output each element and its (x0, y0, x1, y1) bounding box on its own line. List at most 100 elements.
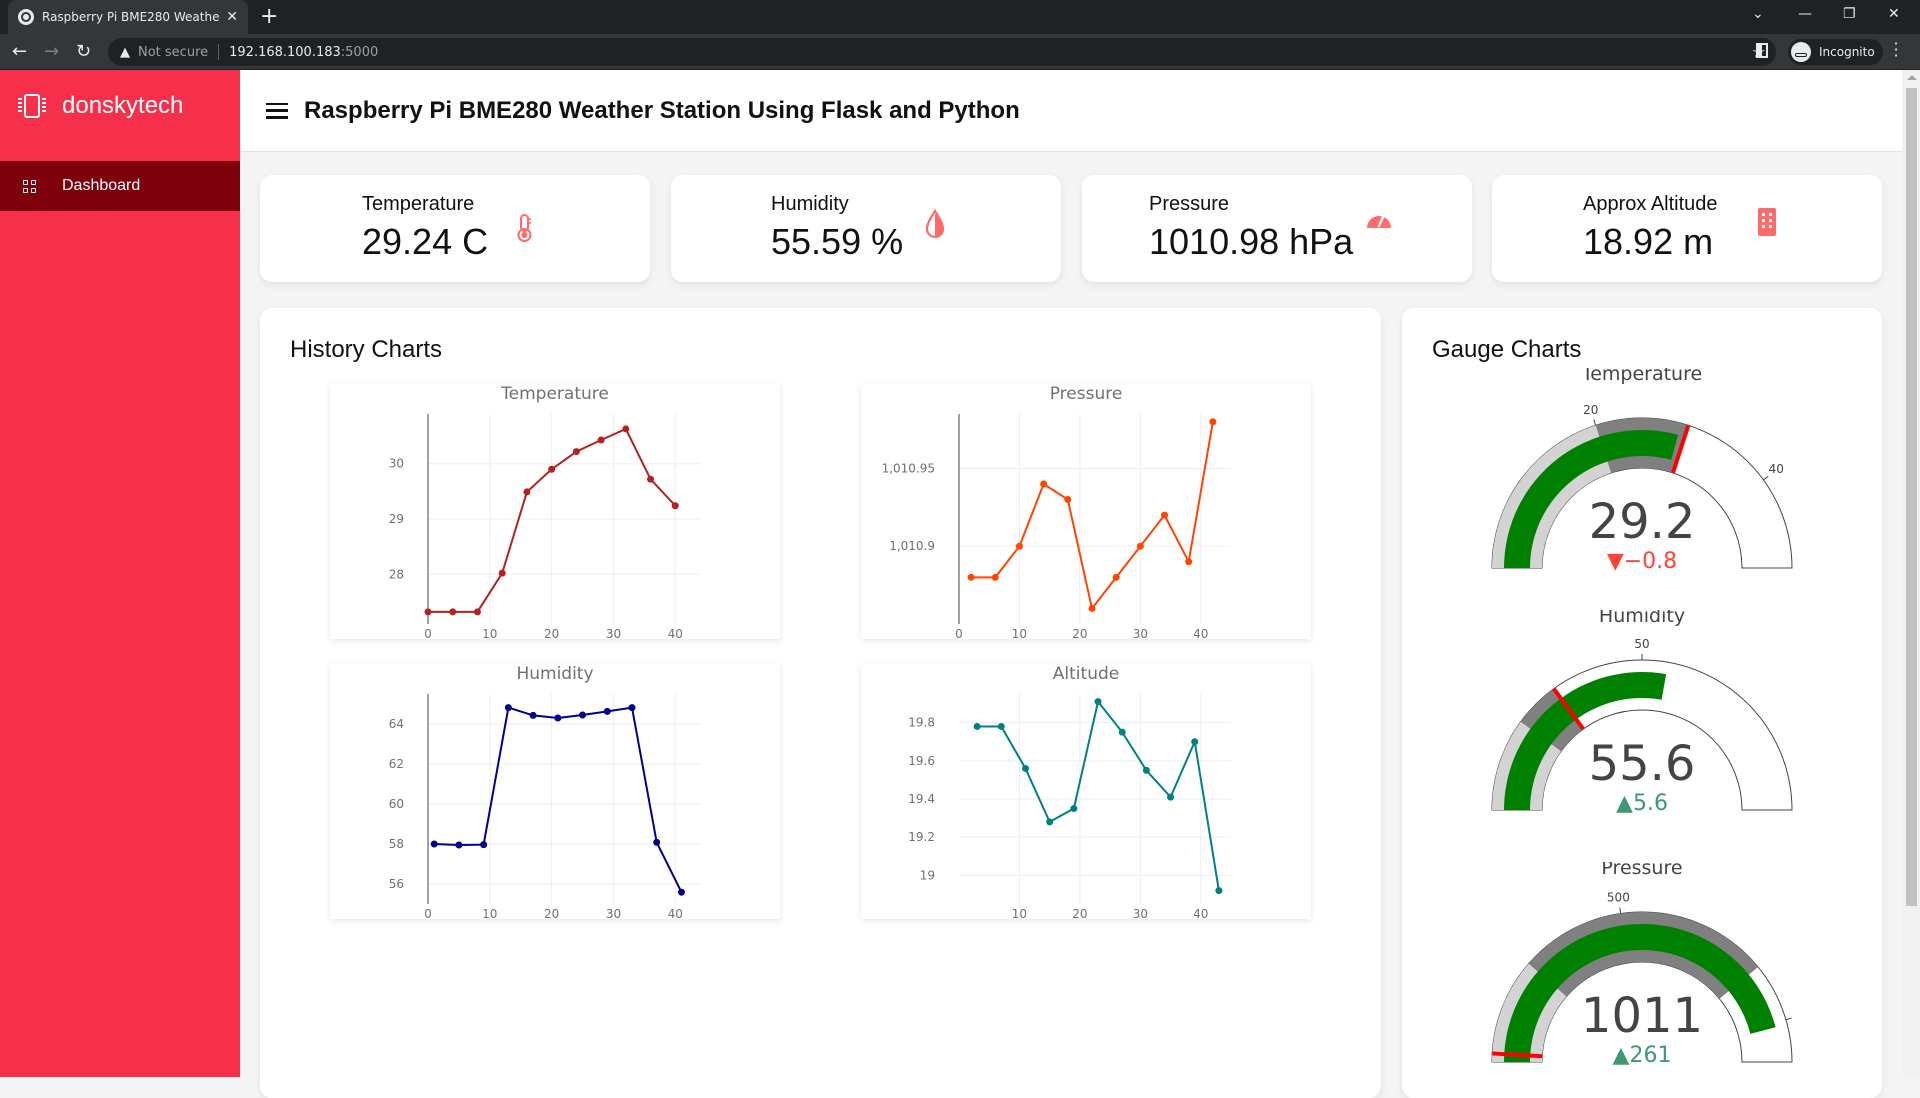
scroll-up-arrow-icon[interactable] (1907, 75, 1917, 80)
gauge-tick-label: 40 (1769, 462, 1784, 476)
close-tab-icon[interactable]: ✕ (226, 9, 238, 25)
sidebar-item-dashboard[interactable]: Dashboard (0, 161, 240, 211)
y-tick-label: 30 (389, 457, 404, 471)
x-tick-label: 40 (668, 627, 683, 639)
series-line (971, 421, 1214, 611)
incognito-badge[interactable]: Incognito (1788, 39, 1883, 65)
grid-icon (23, 179, 36, 193)
data-point (1088, 604, 1096, 612)
menu-kebab-icon[interactable]: · · · (1893, 36, 1899, 64)
x-tick-label: 30 (606, 907, 621, 919)
back-icon[interactable]: ← (12, 41, 27, 62)
browser-tab[interactable]: Raspberry Pi BME280 Weather Station Usin… (8, 0, 248, 34)
x-tick-label: 40 (1193, 907, 1208, 919)
gauge-tick (1619, 907, 1622, 914)
gauge-delta: ▲5.6 (1616, 791, 1668, 816)
stat-label: Temperature (362, 193, 475, 215)
x-tick-label: 20 (1072, 907, 1087, 919)
chart-title: Humidity (516, 664, 593, 684)
stat-value: 29.24 C (362, 221, 489, 262)
data-point (671, 502, 679, 510)
data-point (1118, 728, 1126, 736)
gauge-title: Temperature (1581, 368, 1702, 385)
x-tick-label: 20 (544, 627, 559, 639)
data-point (1094, 698, 1102, 706)
data-point (473, 608, 481, 616)
side-panel-icon[interactable] (1756, 43, 1768, 58)
series-line (977, 699, 1220, 891)
chip-icon (18, 94, 46, 118)
history-charts-card: History Charts Temperature 0 10 20 30 40 28 29 3… (260, 308, 1381, 1098)
page-scrollbar[interactable] (1902, 70, 1920, 1077)
url-port: :5000 (340, 44, 379, 60)
close-window-icon[interactable]: ✕ (1888, 6, 1900, 22)
data-point (548, 465, 556, 473)
divider (218, 44, 220, 60)
gauge-delta: ▼−0.8 (1607, 549, 1677, 574)
brand-logo[interactable]: donskytech (18, 92, 183, 120)
data-point (1112, 573, 1120, 581)
security-label[interactable]: Not secure (138, 45, 208, 60)
stat-value: 55.59 % (771, 221, 904, 262)
humidity-chart[interactable]: Humidity 0 10 20 30 40 56 58 60 62 64 (330, 664, 780, 921)
data-point (1167, 793, 1175, 801)
data-point (1136, 542, 1144, 550)
url-host: 192.168.100.183 (229, 44, 341, 60)
tab-search-icon[interactable]: ⌄ (1752, 6, 1764, 22)
stat-value: 18.92 m (1583, 221, 1714, 262)
data-point (1185, 558, 1193, 566)
y-tick-label: 19.2 (908, 830, 935, 844)
data-point (579, 711, 587, 719)
data-point (647, 475, 655, 483)
stat-card-pressure: Pressure 1010.98 hPa (1082, 175, 1472, 282)
y-tick-label: 19.6 (908, 754, 935, 768)
data-point (455, 841, 463, 849)
stat-card-humidity: Humidity 55.59 % (671, 175, 1061, 282)
humidity-gauge: Humidity 50 55.6▲5.6 (1491, 610, 1793, 816)
y-tick-label: 19 (920, 868, 935, 882)
tab-title: Raspberry Pi BME280 Weather Station Usin… (42, 10, 221, 24)
data-point (480, 841, 488, 849)
minimize-icon[interactable]: — (1798, 6, 1812, 22)
data-point (997, 722, 1005, 730)
gauge-tick (1785, 1017, 1792, 1021)
y-tick-label: 29 (389, 512, 404, 526)
data-point (1064, 496, 1072, 504)
temperature-chart[interactable]: Temperature 0 10 20 30 40 28 29 30 (330, 384, 780, 641)
stat-label: Approx Altitude (1583, 193, 1718, 215)
gauge-tick (1593, 419, 1597, 426)
sidebar-item-label: Dashboard (62, 177, 141, 194)
data-point (1040, 480, 1048, 488)
pressure-gauge: Pressure 500 1011▲261 (1491, 862, 1793, 1068)
y-tick-label: 19.8 (908, 716, 935, 730)
gauge-icon (1367, 215, 1391, 228)
globe-icon (18, 9, 34, 25)
altitude-chart[interactable]: Altitude 10 20 30 40 19 19.2 19.4 19.6 19.8 (861, 664, 1311, 921)
x-tick-label: 20 (544, 907, 559, 919)
data-point (498, 569, 506, 577)
data-point (653, 838, 661, 846)
pressure-chart[interactable]: Pressure 0 10 20 30 40 1,010.9 1,010.95 (861, 384, 1311, 641)
reload-icon[interactable]: ↻ (76, 41, 91, 62)
browser-tab-strip: Raspberry Pi BME280 Weather Station Usin… (0, 0, 1920, 34)
gauge-threshold (1492, 1051, 1543, 1059)
data-point (603, 707, 611, 715)
restore-icon[interactable]: ❐ (1843, 6, 1856, 22)
data-point (572, 448, 580, 456)
data-point (1046, 818, 1054, 826)
data-point (597, 436, 605, 444)
chart-title: Altitude (1053, 664, 1119, 684)
url-input[interactable]: ▲ Not secure 192.168.100.183 :5000 ☆ (108, 38, 1776, 66)
new-tab-button[interactable]: + (260, 4, 278, 29)
gauge-title: Pressure (1601, 862, 1682, 879)
stat-value: 1010.98 hPa (1149, 221, 1354, 262)
data-point (504, 704, 512, 712)
gauge-value: 55.6 (1589, 736, 1696, 792)
data-point (622, 425, 630, 433)
scrollbar-thumb[interactable] (1906, 88, 1917, 906)
forward-icon[interactable]: → (44, 41, 59, 62)
hamburger-menu-icon[interactable] (266, 102, 288, 119)
section-title: Gauge Charts (1432, 336, 1582, 363)
series-line (434, 706, 683, 893)
x-tick-label: 30 (1133, 907, 1148, 919)
